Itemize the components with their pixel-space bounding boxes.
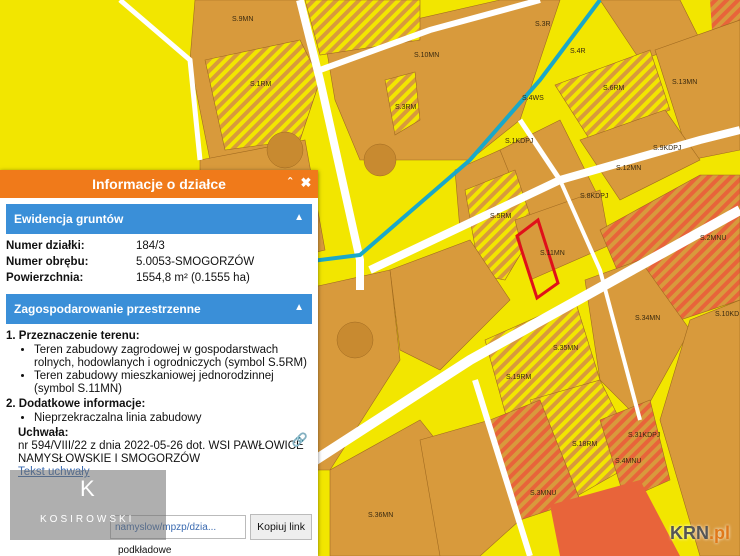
zone-label: S.3R bbox=[535, 21, 551, 28]
zone-label: S.18RM bbox=[572, 441, 597, 448]
chevron-up-icon[interactable]: ▲ bbox=[294, 302, 304, 313]
zone-label: S.2MNU bbox=[700, 235, 726, 242]
krn-watermark: KRN.pl bbox=[670, 523, 730, 544]
zoning-bullet: Teren zabudowy zagrodowej w gospodarstwa… bbox=[34, 344, 312, 370]
area-label: Powierzchnia: bbox=[6, 272, 84, 284]
zone-label: S.5RM bbox=[490, 213, 512, 220]
precinct-number-value: 5.0053-SMOGORZÓW bbox=[136, 256, 255, 268]
watermark-brand: KOSIROWSKI bbox=[40, 514, 135, 525]
close-icon[interactable]: ✖ bbox=[300, 176, 312, 190]
section-ewidencja-header[interactable]: Ewidencja gruntów ▲ bbox=[6, 204, 312, 234]
zone-label: S.3RM bbox=[395, 104, 417, 111]
zone-label: S.10MN bbox=[414, 52, 439, 59]
zone-label: S.8KDPJ bbox=[580, 193, 608, 200]
zone-label: S.4MNU bbox=[615, 458, 641, 465]
zone-label: S.4R bbox=[570, 48, 586, 55]
zone-label: S.1KDPJ bbox=[505, 138, 533, 145]
krn-text: KRN bbox=[670, 523, 709, 543]
parcel-number-label: Numer działki: bbox=[6, 240, 85, 252]
zone-label: S.31KDPJ bbox=[628, 432, 660, 439]
panel-header: Informacje o działce ˆ ✖ bbox=[0, 170, 318, 198]
link-icon[interactable]: 🔗 bbox=[292, 432, 308, 448]
item-number: 2. bbox=[6, 398, 16, 410]
zone-label: S.1RM bbox=[250, 81, 272, 88]
item-number: 1. bbox=[6, 330, 16, 342]
logo-k-icon: K bbox=[80, 476, 95, 501]
collapse-icon[interactable]: ˆ bbox=[284, 176, 296, 190]
zone-label: S.12MN bbox=[616, 165, 641, 172]
zoning-list: 1. Przeznaczenie terenu: Teren zabudowy … bbox=[0, 324, 318, 479]
resolution-text: nr 594/VIII/22 z dnia 2022-05-26 dot. WS… bbox=[18, 440, 304, 465]
zone-label: S.11MN bbox=[540, 250, 565, 257]
section-zagospodarowanie-header[interactable]: Zagospodarowanie przestrzenne ▲ bbox=[6, 294, 312, 324]
krn-domain: .pl bbox=[709, 523, 730, 543]
zone-label: S.6RM bbox=[603, 85, 625, 92]
zone-label: S.9MN bbox=[232, 16, 253, 23]
chevron-up-icon[interactable]: ▲ bbox=[294, 212, 304, 223]
parcel-details: Numer działki: 184/3 Numer obrębu: 5.005… bbox=[0, 234, 318, 284]
zone-label: S.4WS bbox=[522, 95, 544, 102]
item-title: Przeznaczenie terenu: bbox=[18, 330, 140, 342]
panel-title: Informacje o działce bbox=[92, 176, 226, 192]
zone-label: S.35MN bbox=[553, 345, 578, 352]
zone-label: S.9KDPJ bbox=[653, 145, 681, 152]
zone-label: S.13MN bbox=[672, 79, 697, 86]
basemap-label: podkładowe bbox=[118, 545, 172, 556]
zone-label: S.3MNU bbox=[530, 490, 556, 497]
info-bullet: Nieprzekraczalna linia zabudowy bbox=[34, 412, 312, 425]
watermark-logo: K KOSIROWSKI bbox=[10, 470, 166, 540]
copy-link-button[interactable]: Kopiuj link bbox=[250, 514, 312, 540]
resolution-label: Uchwała: bbox=[18, 427, 69, 439]
precinct-number-label: Numer obrębu: bbox=[6, 256, 89, 268]
section-ewidencja-title: Ewidencja gruntów bbox=[14, 212, 124, 226]
zone-label: S.36MN bbox=[368, 512, 393, 519]
parcel-number-value: 184/3 bbox=[136, 240, 165, 252]
section-zagospodarowanie-title: Zagospodarowanie przestrzenne bbox=[14, 302, 201, 316]
area-value: 1554,8 m² (0.1555 ha) bbox=[136, 272, 250, 284]
zoning-bullet: Teren zabudowy mieszkaniowej jednorodzin… bbox=[34, 370, 312, 396]
zone-label: S.19RM bbox=[506, 374, 531, 381]
item-title: Dodatkowe informacje: bbox=[18, 398, 146, 410]
zone-label: S.10KD bbox=[715, 311, 739, 318]
zone-label: S.34MN bbox=[635, 315, 660, 322]
